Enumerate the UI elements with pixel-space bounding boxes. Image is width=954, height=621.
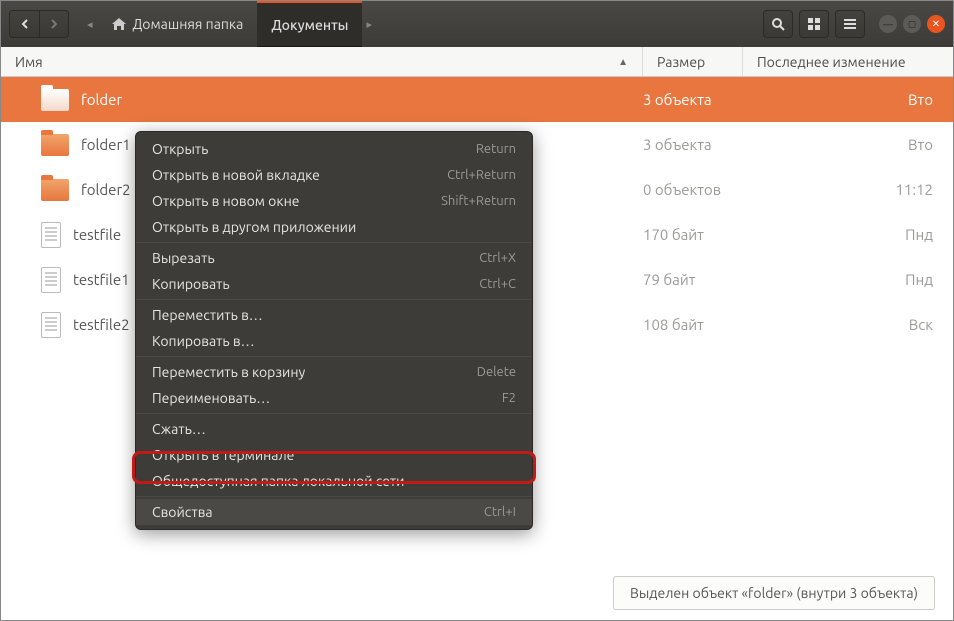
menu-item-shortcut: Delete <box>477 365 516 379</box>
folder-icon <box>41 134 69 156</box>
menu-item-label: Свойства <box>152 504 213 520</box>
menu-item-label: Открыть в терминале <box>152 447 294 463</box>
back-button[interactable] <box>9 10 39 38</box>
menu-item[interactable]: Открыть в другом приложении <box>136 214 532 240</box>
menu-item-label: Сжать… <box>152 421 206 437</box>
menu-item[interactable]: Копировать Ctrl+C <box>136 271 532 297</box>
file-size: 3 объекта <box>643 91 743 108</box>
header-name[interactable]: Имя ▲ <box>1 47 643 76</box>
menu-separator <box>136 356 532 357</box>
menu-item[interactable]: Копировать в… <box>136 328 532 354</box>
menu-item-label: Открыть в другом приложении <box>152 219 356 235</box>
menu-item-label: Открыть в новом окне <box>152 193 299 209</box>
file-name: testfile2 <box>73 316 130 333</box>
menu-item-shortcut: Return <box>476 142 516 156</box>
minimize-button[interactable]: — <box>879 15 897 33</box>
menu-item[interactable]: Переместить в корзину Delete <box>136 359 532 385</box>
file-size: 3 объекта <box>643 136 743 153</box>
menu-item-label: Открыть <box>152 141 208 157</box>
menu-item-label: Общедоступная папка локальной сети <box>152 473 404 489</box>
forward-button[interactable] <box>39 10 69 38</box>
maximize-button[interactable]: ◻ <box>903 15 921 33</box>
file-icon <box>41 222 61 248</box>
menu-item-label: Переместить в… <box>152 307 263 323</box>
menu-item[interactable]: Сжать… <box>136 416 532 442</box>
menu-item[interactable]: Открыть в новой вкладке Ctrl+Return <box>136 162 532 188</box>
breadcrumb-label: Домашняя папка <box>133 16 244 32</box>
menu-item-label: Переместить в корзину <box>152 364 305 380</box>
header-modified[interactable]: Последнее изменение <box>743 47 953 76</box>
menu-item-shortcut: Ctrl+Return <box>447 168 516 182</box>
breadcrumb: ◂ Домашняя папка Документы ▸ <box>83 1 376 47</box>
menu-item-label: Переименовать… <box>152 390 270 406</box>
sort-ascending-icon: ▲ <box>618 56 628 68</box>
view-grid-button[interactable] <box>799 10 829 38</box>
menu-item[interactable]: Общедоступная папка локальной сети <box>136 468 532 494</box>
file-modified: Вск <box>743 316 953 333</box>
menu-item-label: Копировать в… <box>152 333 255 349</box>
column-headers: Имя ▲ Размер Последнее изменение <box>1 47 953 77</box>
menu-item-shortcut: Shift+Return <box>441 194 516 208</box>
folder-icon <box>41 89 69 111</box>
menu-item-label: Вырезать <box>152 250 215 266</box>
window-controls: — ◻ ✕ <box>879 15 945 33</box>
menu-button[interactable] <box>835 10 865 38</box>
file-size: 108 байт <box>643 316 743 333</box>
menu-item[interactable]: Переименовать… F2 <box>136 385 532 411</box>
home-icon <box>111 17 127 31</box>
breadcrumb-home[interactable]: Домашняя папка <box>97 1 258 47</box>
menu-item[interactable]: Вырезать Ctrl+X <box>136 245 532 271</box>
breadcrumb-documents[interactable]: Документы <box>257 1 362 47</box>
menu-item[interactable]: Открыть Return <box>136 136 532 162</box>
file-modified: Вто <box>743 136 953 153</box>
menu-item[interactable]: Открыть в новом окне Shift+Return <box>136 188 532 214</box>
menu-separator <box>136 413 532 414</box>
file-modified: Вто <box>743 91 953 108</box>
file-name: testfile <box>73 226 121 243</box>
context-menu: Открыть Return Открыть в новой вкладке Ctrl… <box>135 131 533 530</box>
file-size: 170 байт <box>643 226 743 243</box>
file-modified: 11:12 <box>743 181 953 198</box>
file-name: folder2 <box>81 181 131 198</box>
chevron-left-icon[interactable]: ◂ <box>83 18 97 31</box>
file-size: 79 байт <box>643 271 743 288</box>
header-size[interactable]: Размер <box>643 47 743 76</box>
file-name: testfile1 <box>73 271 130 288</box>
menu-separator <box>136 299 532 300</box>
menu-item-label: Копировать <box>152 276 230 292</box>
menu-item-label: Открыть в новой вкладке <box>152 167 320 183</box>
file-name: folder <box>81 91 122 108</box>
file-name: folder1 <box>81 136 131 153</box>
file-icon <box>41 267 61 293</box>
toolbar: ◂ Домашняя папка Документы ▸ — ◻ ✕ <box>1 1 953 47</box>
file-icon <box>41 312 61 338</box>
breadcrumb-label: Документы <box>271 17 348 33</box>
file-size: 0 объектов <box>643 181 743 198</box>
menu-item-shortcut: Ctrl+X <box>479 251 516 265</box>
file-modified: Пнд <box>743 226 953 243</box>
menu-item[interactable]: Свойства Ctrl+I <box>136 499 532 525</box>
folder-icon <box>41 179 69 201</box>
file-modified: Пнд <box>743 271 953 288</box>
status-bar: Выделен объект «folder» (внутри 3 объект… <box>613 576 935 610</box>
menu-item-shortcut: Ctrl+I <box>484 505 516 519</box>
search-button[interactable] <box>763 10 793 38</box>
menu-item[interactable]: Открыть в терминале <box>136 442 532 468</box>
menu-item-shortcut: Ctrl+C <box>479 277 516 291</box>
menu-separator <box>136 496 532 497</box>
menu-separator <box>136 242 532 243</box>
nav-group <box>9 10 69 38</box>
menu-item[interactable]: Переместить в… <box>136 302 532 328</box>
chevron-right-icon[interactable]: ▸ <box>362 18 376 31</box>
close-button[interactable]: ✕ <box>927 15 945 33</box>
menu-item-shortcut: F2 <box>502 391 516 405</box>
file-row[interactable]: folder 3 объектаВто <box>1 77 953 122</box>
